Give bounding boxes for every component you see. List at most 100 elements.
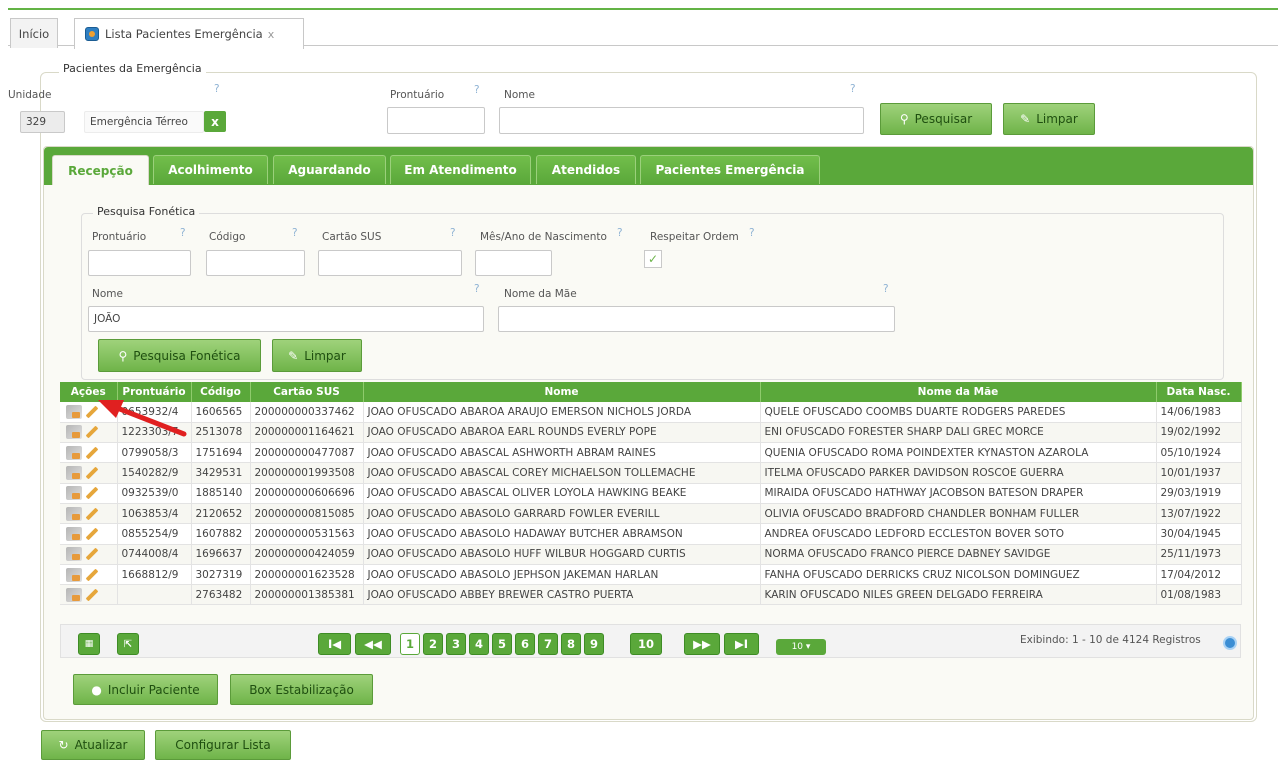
- patient-view-icon[interactable]: [66, 425, 82, 440]
- prontuario-input[interactable]: [387, 107, 485, 134]
- tab-atendidos[interactable]: Atendidos: [536, 155, 636, 184]
- table-row[interactable]: 0744008/4 1696637 200000000424059 JOAO OFUS…: [60, 544, 1242, 565]
- page-button-9[interactable]: 9: [584, 633, 604, 655]
- close-icon[interactable]: x: [268, 28, 275, 41]
- table-row[interactable]: 1063853/4 2120652 200000000815085 JOAO OFUS…: [60, 503, 1242, 525]
- refresh-icon[interactable]: [1223, 636, 1237, 650]
- patient-view-icon[interactable]: [66, 445, 82, 460]
- first-page-button[interactable]: I◀: [318, 633, 351, 655]
- col-data-nasc[interactable]: Data Nasc.: [1156, 382, 1242, 402]
- col-codigo[interactable]: Código: [191, 382, 251, 402]
- table-row[interactable]: 0653932/4 1606565 200000000337462 JOAO OFUS…: [60, 402, 1242, 423]
- clear-unidade-icon[interactable]: x: [204, 111, 226, 132]
- page-button-2[interactable]: 2: [423, 633, 443, 655]
- fonetica-clear-button[interactable]: ✎ Limpar: [272, 339, 362, 372]
- edit-pencil-icon[interactable]: [85, 507, 99, 520]
- tab-recepcao[interactable]: Recepção: [52, 155, 149, 185]
- tab-pacientes-emergencia[interactable]: Pacientes Emergência: [640, 155, 820, 184]
- help-icon[interactable]: ?: [450, 227, 456, 239]
- unidade-code-field[interactable]: 329: [20, 111, 65, 133]
- patient-view-icon[interactable]: [66, 466, 82, 481]
- table-row[interactable]: 0855254/9 1607882 200000000531563 JOAO OFUS…: [60, 523, 1242, 545]
- tab-acolhimento[interactable]: Acolhimento: [153, 155, 268, 184]
- cell-nome-mae: OLIVIA OFUSCADO BRADFORD CHANDLER BONHAM…: [760, 503, 1157, 525]
- edit-pencil-icon[interactable]: [85, 527, 99, 541]
- patient-view-icon[interactable]: [66, 526, 82, 541]
- table-row[interactable]: 1223303/7 2513078 200000001164621 JOAO OFUS…: [60, 422, 1242, 444]
- edit-pencil-icon[interactable]: [85, 446, 99, 460]
- cell-data-nasc: 17/04/2012: [1156, 564, 1242, 586]
- unidade-name-field[interactable]: Emergência Térreo: [84, 111, 204, 133]
- help-icon[interactable]: ?: [474, 84, 480, 96]
- table-row[interactable]: 1668812/9 3027319 200000001623528 JOAO OFUS…: [60, 564, 1242, 586]
- export-icon[interactable]: ⇱: [117, 633, 139, 655]
- help-icon[interactable]: ?: [749, 227, 755, 239]
- search-button[interactable]: ⚲ Pesquisar: [880, 103, 992, 135]
- nome-input[interactable]: [499, 107, 864, 134]
- page-size-select[interactable]: 10 ▾: [776, 639, 826, 655]
- edit-pencil-icon[interactable]: [85, 466, 99, 480]
- atualizar-button[interactable]: ↻ Atualizar: [41, 730, 145, 760]
- table-row[interactable]: 0799058/3 1751694 200000000477087 JOAO OFUS…: [60, 442, 1242, 464]
- col-nome-mae[interactable]: Nome da Mãe: [760, 382, 1157, 402]
- row-actions[interactable]: [60, 544, 118, 565]
- page-button-6[interactable]: 6: [515, 633, 535, 655]
- help-icon[interactable]: ?: [214, 83, 220, 95]
- page-button-10[interactable]: 10: [630, 633, 662, 655]
- respeitar-ordem-checkbox[interactable]: ✓: [644, 250, 662, 268]
- row-actions[interactable]: [60, 503, 118, 525]
- configurar-lista-button[interactable]: Configurar Lista: [155, 730, 291, 760]
- tab-lista-pacientes[interactable]: Lista Pacientes Emergência x: [74, 18, 304, 49]
- table-row[interactable]: 0932539/0 1885140 200000000606696 JOAO OFUS…: [60, 483, 1242, 504]
- help-icon[interactable]: ?: [850, 83, 856, 95]
- page-button-8[interactable]: 8: [561, 633, 581, 655]
- table-row[interactable]: 1540282/9 3429531 200000001993508 JOAO OFUS…: [60, 462, 1242, 484]
- clear-button[interactable]: ✎ Limpar: [1003, 103, 1095, 135]
- edit-pencil-icon[interactable]: [85, 588, 99, 602]
- page-button-5[interactable]: 5: [492, 633, 512, 655]
- help-icon[interactable]: ?: [180, 227, 186, 239]
- help-icon[interactable]: ?: [883, 283, 889, 295]
- patient-view-icon[interactable]: [66, 547, 82, 562]
- fon-mae-input[interactable]: [498, 306, 895, 332]
- patient-view-icon[interactable]: [66, 404, 82, 419]
- fon-codigo-input[interactable]: [206, 250, 305, 276]
- fon-prontuario-input[interactable]: [88, 250, 191, 276]
- row-actions[interactable]: [60, 483, 118, 504]
- col-cartao-sus[interactable]: Cartão SUS: [250, 382, 364, 402]
- patient-view-icon[interactable]: [66, 486, 82, 501]
- fon-mesano-input[interactable]: [475, 250, 552, 276]
- row-actions[interactable]: [60, 584, 118, 606]
- fon-cartao-input[interactable]: [318, 250, 462, 276]
- fon-nome-input[interactable]: JOÃO: [88, 306, 484, 332]
- tab-inicio[interactable]: Início: [10, 18, 58, 48]
- row-actions[interactable]: [60, 462, 118, 484]
- last-page-button[interactable]: ▶I: [724, 633, 759, 655]
- box-estabilizacao-button[interactable]: Box Estabilização: [230, 674, 373, 705]
- patient-view-icon[interactable]: [66, 587, 82, 602]
- help-icon[interactable]: ?: [292, 227, 298, 239]
- edit-pencil-icon[interactable]: [85, 486, 99, 500]
- page-button-4[interactable]: 4: [469, 633, 489, 655]
- page-button-7[interactable]: 7: [538, 633, 558, 655]
- edit-pencil-icon[interactable]: [85, 547, 99, 561]
- row-actions[interactable]: [60, 442, 118, 464]
- table-row[interactable]: 2763482 200000001385381 JOAO OFUSCADO ABBE…: [60, 584, 1242, 606]
- next-page-button[interactable]: ▶▶: [684, 633, 720, 655]
- help-icon[interactable]: ?: [474, 283, 480, 295]
- grid-view-icon[interactable]: ▦: [78, 633, 100, 655]
- fonetica-search-button[interactable]: ⚲ Pesquisa Fonética: [98, 339, 261, 372]
- prev-page-button[interactable]: ◀◀: [355, 633, 391, 655]
- patient-view-icon[interactable]: [66, 506, 82, 521]
- tab-aguardando[interactable]: Aguardando: [273, 155, 386, 184]
- tab-em-atendimento[interactable]: Em Atendimento: [390, 155, 531, 184]
- edit-pencil-icon[interactable]: [85, 568, 99, 581]
- page-button-3[interactable]: 3: [446, 633, 466, 655]
- col-nome[interactable]: Nome: [363, 382, 761, 402]
- row-actions[interactable]: [60, 564, 118, 586]
- page-button-1[interactable]: 1: [400, 633, 420, 655]
- row-actions[interactable]: [60, 523, 118, 545]
- help-icon[interactable]: ?: [617, 227, 623, 239]
- patient-view-icon[interactable]: [66, 567, 82, 582]
- incluir-paciente-button[interactable]: ● Incluir Paciente: [73, 674, 218, 705]
